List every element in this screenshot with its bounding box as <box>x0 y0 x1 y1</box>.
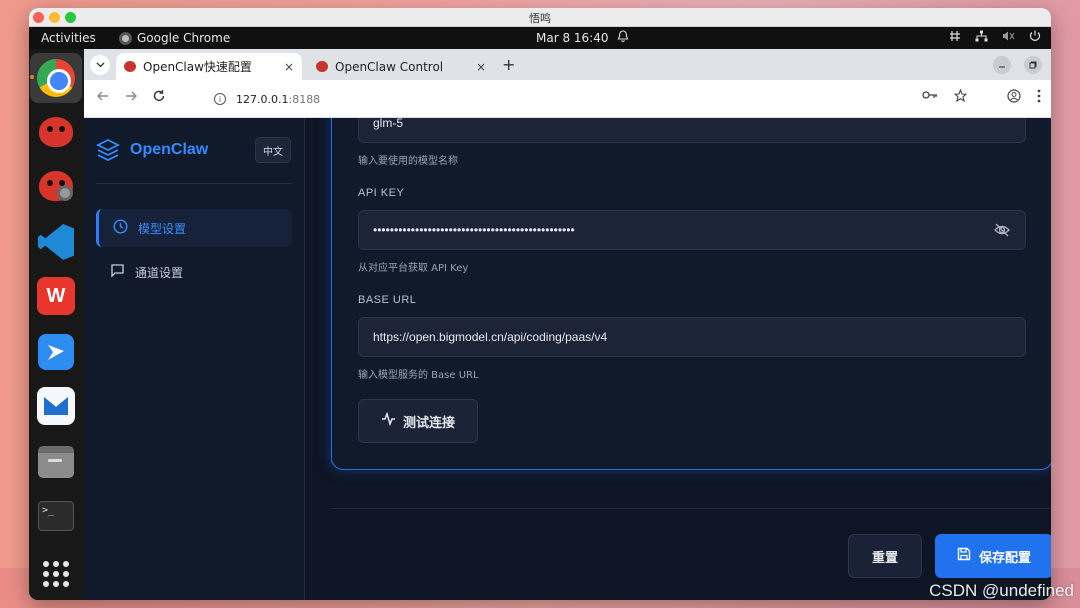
layers-logo-icon <box>95 138 121 162</box>
restore-button[interactable] <box>1024 56 1042 74</box>
minimize-button[interactable] <box>993 56 1011 74</box>
openclaw-favicon <box>316 61 328 72</box>
model-settings-card: glm-5 输入要使用的模型名称 API KEY •••••••••••••••… <box>331 118 1051 470</box>
dock-terminal[interactable]: >_ <box>37 497 75 535</box>
mail-icon <box>37 387 75 425</box>
tab-strip: OpenClaw快速配置 × OpenClaw Control × + <box>84 49 1051 80</box>
show-apps-button[interactable] <box>37 555 75 593</box>
sidebar-divider <box>96 183 292 184</box>
password-key-icon[interactable] <box>922 89 938 107</box>
csdn-watermark: CSDN @undefined <box>929 581 1074 600</box>
volume-muted-icon[interactable] <box>1002 30 1015 45</box>
api-key-label: API KEY <box>358 187 405 199</box>
feishu-icon <box>38 334 74 370</box>
ubuntu-dock: W >_ <box>29 49 84 600</box>
save-config-button[interactable]: 保存配置 <box>935 534 1051 578</box>
tab-openclaw-control[interactable]: OpenClaw Control × <box>308 53 494 80</box>
save-config-label: 保存配置 <box>978 550 1031 566</box>
sidebar-item-channel-settings[interactable]: 通道设置 <box>96 253 292 291</box>
dock-feishu[interactable] <box>37 333 75 371</box>
dock-wps[interactable]: W <box>37 277 75 315</box>
url-port: :8188 <box>288 92 321 106</box>
footer-divider <box>331 508 1051 509</box>
chrome-mini-icon <box>119 31 132 45</box>
model-name-hint: 输入要使用的模型名称 <box>358 156 458 167</box>
profile-icon[interactable] <box>1007 89 1021 107</box>
dock-openclaw[interactable] <box>37 113 75 151</box>
dock-chrome[interactable] <box>37 59 75 97</box>
wps-icon: W <box>37 277 75 315</box>
show-apps-icon <box>43 561 69 587</box>
activity-pulse-icon <box>381 411 396 430</box>
api-key-value: ••••••••••••••••••••••••••••••••••••••••… <box>373 223 575 237</box>
brand-name: OpenClaw <box>130 141 209 158</box>
vscode-icon <box>38 224 74 260</box>
tab-search-button[interactable] <box>90 55 110 75</box>
base-url-label: BASE URL <box>358 294 417 306</box>
language-toggle-button[interactable]: 中文 <box>255 137 291 163</box>
tab-openclaw-config[interactable]: OpenClaw快速配置 × <box>116 53 302 80</box>
sidebar-item-label: 通道设置 <box>135 265 184 280</box>
chrome-window: OpenClaw快速配置 × OpenClaw Control × + i 12… <box>84 49 1051 600</box>
sidebar-item-model-settings[interactable]: 模型设置 <box>96 209 292 247</box>
forward-icon[interactable] <box>124 89 138 107</box>
openclaw-bug-gear-icon <box>39 171 73 201</box>
base-url-hint: 输入模型服务的 Base URL <box>358 370 479 381</box>
activities-button[interactable]: Activities <box>41 31 96 45</box>
browser-toolbar: i 127.0.0.1:8188 <box>84 80 1051 118</box>
tab-close-icon[interactable]: × <box>476 60 486 74</box>
tab-label: OpenClaw Control <box>335 59 444 74</box>
mac-titlebar: 悟鸣 <box>29 8 1051 27</box>
input-method-icon[interactable] <box>949 30 961 45</box>
test-connection-label: 测试连接 <box>402 415 455 431</box>
api-key-hint: 从对应平台获取 API Key <box>358 263 469 274</box>
terminal-icon: >_ <box>38 501 74 531</box>
api-key-input[interactable]: ••••••••••••••••••••••••••••••••••••••••… <box>358 210 1026 250</box>
tab-close-icon[interactable]: × <box>284 60 294 74</box>
dock-vscode[interactable] <box>37 223 75 261</box>
dock-files[interactable] <box>37 443 75 481</box>
running-indicator <box>30 75 34 79</box>
system-tray[interactable] <box>949 30 1041 45</box>
model-name-input[interactable]: glm-5 <box>358 118 1026 143</box>
network-icon[interactable] <box>975 30 988 45</box>
dock-openclaw-config[interactable] <box>37 167 75 205</box>
clock-icon <box>113 219 128 237</box>
openclaw-bug-icon <box>39 117 73 147</box>
files-icon <box>38 446 74 478</box>
main-content: glm-5 输入要使用的模型名称 API KEY •••••••••••••••… <box>305 118 1051 600</box>
openclaw-favicon <box>124 61 136 72</box>
menu-kebab-icon[interactable] <box>1037 89 1041 107</box>
base-url-input[interactable]: https://open.bigmodel.cn/api/coding/paas… <box>358 317 1026 357</box>
test-connection-button[interactable]: 测试连接 <box>358 399 478 443</box>
openclaw-app: OpenClaw 中文 模型设置 通道设置 glm-5 输入要使用的模型名称 A… <box>84 118 1051 600</box>
app-menu[interactable]: Google Chrome <box>119 31 230 45</box>
mac-window-title: 悟鸣 <box>529 12 551 25</box>
toolbar-actions <box>922 88 1041 107</box>
dock-mail[interactable] <box>37 387 75 425</box>
new-tab-button[interactable]: + <box>502 55 515 74</box>
sidebar: OpenClaw 中文 模型设置 通道设置 <box>84 118 305 600</box>
tab-label: OpenClaw快速配置 <box>143 60 252 74</box>
mac-window: 悟鸣 Activities Google Chrome Mar 8 16:40 <box>29 8 1051 600</box>
site-info-icon[interactable]: i <box>214 93 226 105</box>
chrome-icon <box>37 59 75 97</box>
address-bar[interactable]: i 127.0.0.1:8188 <box>208 86 1018 112</box>
ubuntu-top-bar: Activities Google Chrome Mar 8 16:40 <box>29 27 1051 49</box>
back-icon[interactable] <box>96 89 110 107</box>
alarm-icon <box>617 30 629 46</box>
sidebar-item-label: 模型设置 <box>138 221 187 236</box>
app-menu-label: Google Chrome <box>137 31 231 45</box>
bookmark-star-icon[interactable] <box>953 88 968 107</box>
power-icon[interactable] <box>1029 30 1041 45</box>
save-disk-icon <box>957 547 971 565</box>
reload-icon[interactable] <box>152 89 166 107</box>
brand: OpenClaw <box>95 138 209 162</box>
url-host: 127.0.0.1 <box>236 92 289 106</box>
clock[interactable]: Mar 8 16:40 <box>536 31 609 45</box>
chat-bubble-icon <box>110 263 125 281</box>
eye-off-icon[interactable] <box>993 221 1011 239</box>
reset-button[interactable]: 重置 <box>848 534 922 578</box>
